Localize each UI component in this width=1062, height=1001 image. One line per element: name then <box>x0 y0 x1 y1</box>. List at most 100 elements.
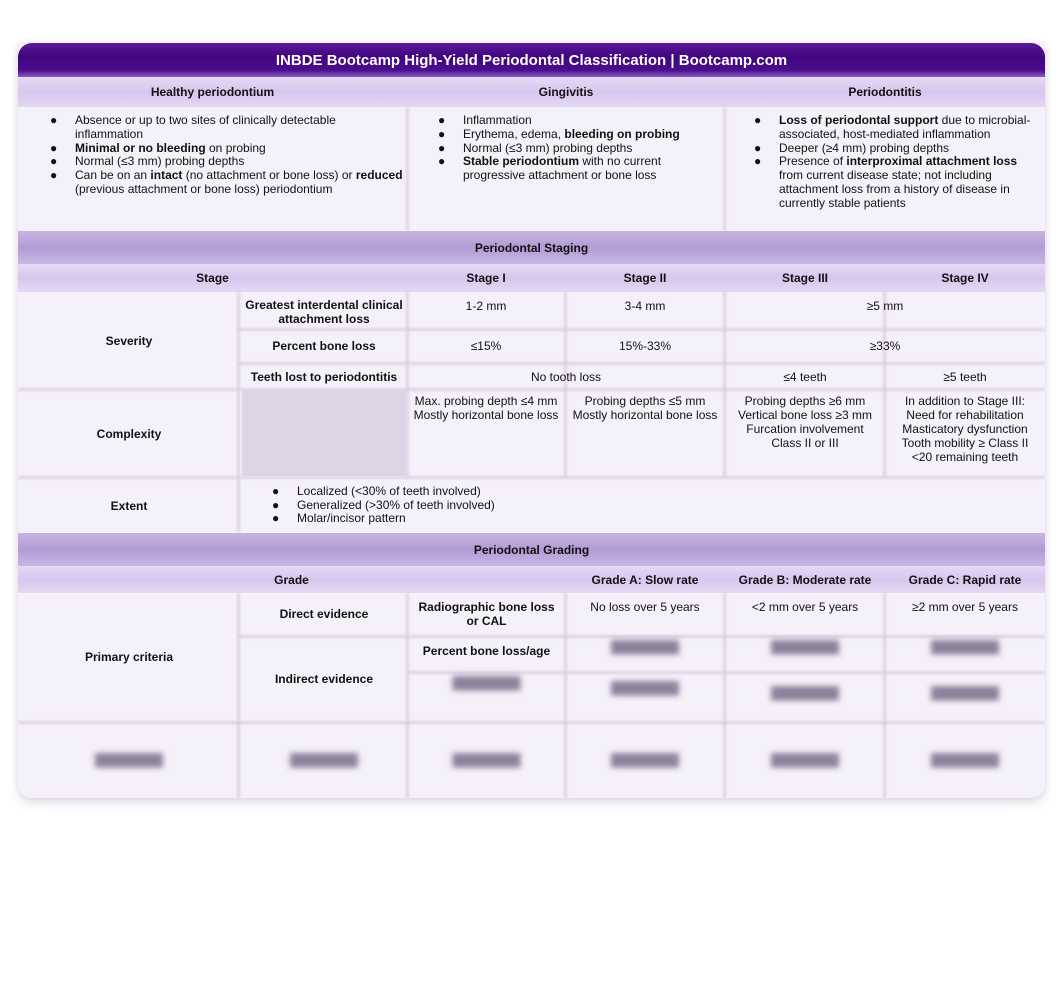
periodontitis-criteria: ● Loss of periodontal support due to micr… <box>754 107 1041 231</box>
cal-label: Greatest interdental clinical attachment… <box>245 298 403 326</box>
blurred-text: ████████ <box>930 686 999 700</box>
complexity-stage-4: In addition to Stage III: Need for rehabi… <box>885 390 1045 478</box>
text: Normal (≤3 mm) probing depths <box>463 140 633 155</box>
bullet-icon: ● <box>50 113 58 127</box>
text: Deeper (≥4 mm) probing depths <box>779 140 949 155</box>
extent-label: Extent <box>110 498 148 513</box>
radiographic-grade-a: No loss over 5 years <box>590 600 700 614</box>
stage-label: Stage <box>196 271 229 285</box>
complexity-line: <20 remaining teeth <box>911 450 1019 464</box>
list-item: ● Inflammation <box>438 113 723 128</box>
cal-stage-3-4: ≥5 mm <box>866 299 904 313</box>
severity-block: Severity Greatest interdental clinical a… <box>18 292 1045 390</box>
extent-row: Extent ● Localized (<30% of teeth involve… <box>18 476 1045 533</box>
blurred-text: ████████ <box>770 640 839 654</box>
list-item: ● Normal (≤3 mm) probing depths <box>438 140 723 156</box>
teeth-lost-label: Teeth lost to periodontitis <box>250 370 398 384</box>
text: Generalized (>30% of teeth involved) <box>297 497 495 512</box>
blurred-text: ████████ <box>289 752 358 767</box>
stage-2-header: Stage II <box>623 271 667 285</box>
cal-stage-2: 3-4 mm <box>624 299 666 313</box>
classification-body-row: ● Absence or up to two sites of clinicall… <box>18 107 1045 231</box>
bullet-icon: ● <box>754 113 762 127</box>
complexity-line: Class II or III <box>771 436 839 450</box>
extent-list: ● Localized (<30% of teeth involved) ● Gene… <box>272 483 495 526</box>
list-item: ● Normal (≤3 mm) probing depths <box>50 154 405 169</box>
complexity-line: Furcation involvement <box>746 422 864 436</box>
list-item: ● Minimal or no bleeding on probing <box>50 140 405 156</box>
bullet-icon: ● <box>438 154 446 169</box>
complexity-line: Masticatory dysfunction <box>902 422 1028 436</box>
complexity-stage-3: Probing depths ≥6 mm Vertical bone loss ≥… <box>725 390 885 478</box>
bullet-icon: ● <box>272 497 280 512</box>
blurred-text: ████████ <box>770 752 839 767</box>
classification-sheet: INBDE Bootcamp High-Yield Periodontal Cl… <box>18 43 1045 798</box>
list-item: ● Absence or up to two sites of clinicall… <box>50 113 405 142</box>
complexity-stage-2: Probing depths ≤5 mm Mostly horizontal bo… <box>565 390 725 478</box>
blurred-row: ████████ ████████ ████████ ████████ ████… <box>18 721 1045 798</box>
radiographic-label: Radiographic bone loss or CAL <box>418 600 555 628</box>
blurred-text: ████████ <box>610 752 679 767</box>
complexity-line: Vertical bone loss ≥3 mm <box>738 408 872 422</box>
bullet-icon: ● <box>438 140 446 155</box>
blurred-text: ████████ <box>930 640 999 654</box>
blurred-text: ████████ <box>94 752 163 767</box>
text: Molar/incisor pattern <box>297 511 406 526</box>
staging-title: Periodontal Staging <box>474 240 589 255</box>
list-item: ● Deeper (≥4 mm) probing depths <box>754 140 1041 156</box>
complexity-line: Probing depths ≤5 mm <box>584 394 706 408</box>
list-item: ● Stable periodontium with no current pro… <box>438 154 723 183</box>
periodontitis-list: ● Loss of periodontal support due to micr… <box>754 113 1041 211</box>
header-periodontitis: Periodontitis <box>848 85 922 99</box>
header-gingivitis: Gingivitis <box>538 85 594 99</box>
text: from current disease state; not includin… <box>779 168 1010 210</box>
list-item: ● Can be on an intact (no attachment or b… <box>50 168 405 197</box>
indirect-evidence-label: Indirect evidence <box>274 672 374 686</box>
bullet-icon: ● <box>754 140 762 155</box>
severity-label: Severity <box>105 334 153 348</box>
healthy-list: ● Absence or up to two sites of clinicall… <box>50 113 405 197</box>
text: Can be on an <box>75 168 151 183</box>
grading-section-header: Periodontal Grading <box>18 533 1045 566</box>
blurred-text: ████████ <box>930 752 999 767</box>
grade-a-header: Grade A: Slow rate <box>591 572 699 587</box>
bullet-icon: ● <box>754 154 762 169</box>
text: (no attachment or bone loss) or <box>182 168 356 183</box>
cal-stage-1: 1-2 mm <box>465 299 507 313</box>
bold-text: bleeding on probing <box>564 126 680 141</box>
text: on probing <box>205 140 266 155</box>
list-item: ● Molar/incisor pattern <box>272 511 495 526</box>
teeth-lost-stage-3: ≤4 teeth <box>783 370 827 384</box>
bold-text: reduced <box>355 168 403 183</box>
complexity-label: Complexity <box>96 427 162 441</box>
list-item: ● Loss of periodontal support due to micr… <box>754 113 1041 142</box>
teeth-lost-stage-1-2: No tooth loss <box>530 370 602 384</box>
bone-loss-label: Percent bone loss <box>272 339 376 353</box>
grade-label: Grade <box>274 572 309 587</box>
complexity-line: Max. probing depth ≤4 mm <box>414 394 558 408</box>
text: (previous attachment or bone loss) perio… <box>75 181 333 196</box>
text: Presence of <box>779 154 847 169</box>
bullet-icon: ● <box>272 483 280 498</box>
grade-c-header: Grade C: Rapid rate <box>908 572 1022 587</box>
text: Inflammation <box>463 113 532 127</box>
gingivitis-criteria: ● Inflammation ● Erythema, edema, bleeding … <box>438 107 723 231</box>
bold-text: Minimal or no bleeding <box>75 140 206 155</box>
text: Localized (<30% of teeth involved) <box>297 483 481 498</box>
bullet-icon: ● <box>50 168 58 183</box>
complexity-line: Probing depths ≥6 mm <box>744 394 866 408</box>
complexity-line: Mostly horizontal bone loss <box>413 408 559 422</box>
bullet-icon: ● <box>50 140 58 155</box>
stage-1-header: Stage I <box>466 271 506 285</box>
gingivitis-list: ● Inflammation ● Erythema, edema, bleeding … <box>438 113 723 183</box>
healthy-criteria: ● Absence or up to two sites of clinicall… <box>50 107 405 231</box>
grading-title: Periodontal Grading <box>473 542 590 557</box>
complexity-line: Mostly horizontal bone loss <box>572 408 718 422</box>
bold-text: intact <box>150 168 183 183</box>
list-item: ● Localized (<30% of teeth involved) <box>272 483 495 499</box>
text: Absence or up to two sites of clinically… <box>75 113 336 141</box>
radiographic-grade-c: ≥2 mm over 5 years <box>912 600 1018 614</box>
bold-text: Stable periodontium <box>463 154 580 169</box>
stage-header-row: Stage Stage I Stage II Stage III Stage I… <box>18 264 1045 292</box>
complexity-line: Need for rehabilitation <box>906 408 1024 422</box>
